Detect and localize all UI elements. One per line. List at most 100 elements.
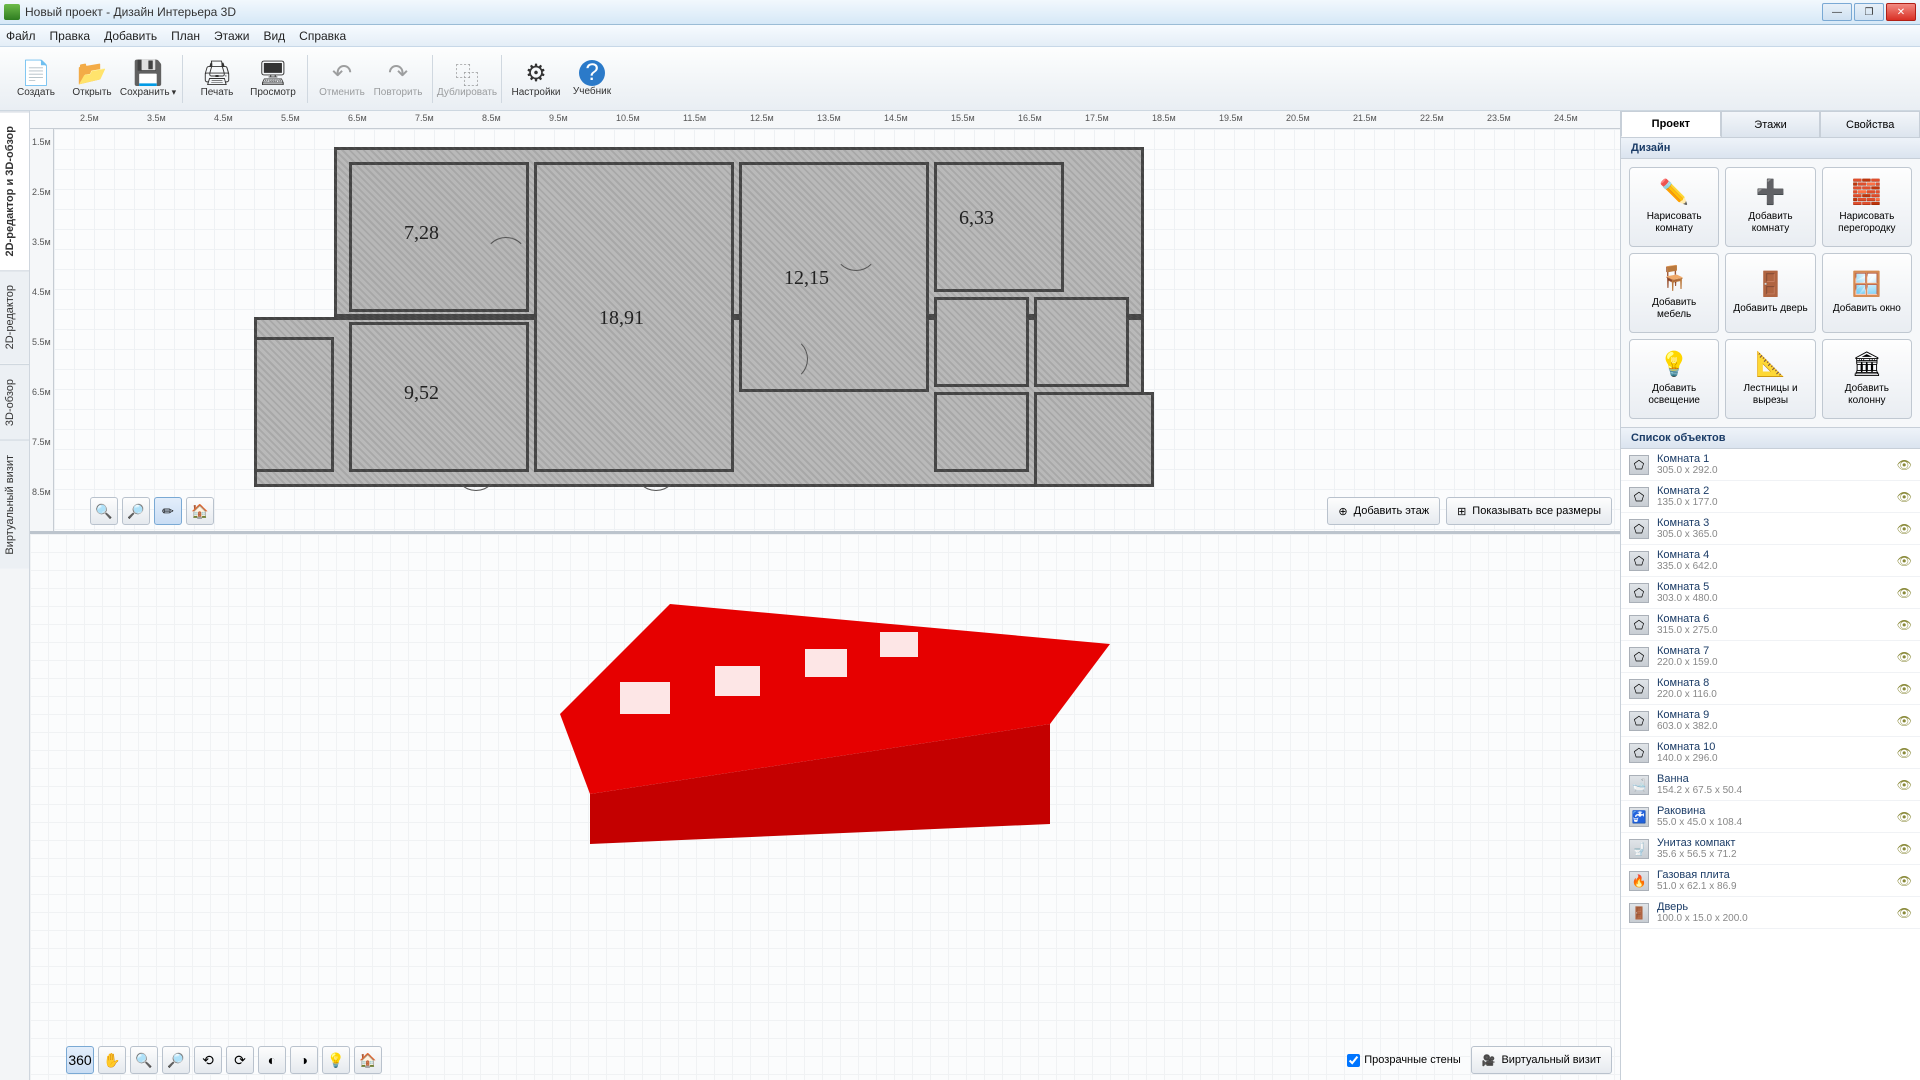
object-list-item[interactable]: ⬠Комната 3305.0 x 365.0👁 (1621, 513, 1920, 545)
object-dimensions: 51.0 x 62.1 x 86.9 (1657, 881, 1889, 892)
design-tool-button[interactable]: 🪟Добавить окно (1822, 253, 1912, 333)
toolbar-save-button[interactable]: 💾Сохранить▾ (120, 51, 176, 107)
zoom-in-button[interactable]: 🔎 (122, 497, 150, 525)
design-tool-icon: 🚪 (1756, 271, 1786, 300)
ruler-h-tick: 14.5м (884, 113, 908, 123)
object-list-item[interactable]: 🚪Дверь100.0 x 15.0 x 200.0👁 (1621, 897, 1920, 929)
ruler-v-tick: 8.5м (32, 487, 51, 497)
object-list-item[interactable]: ⬠Комната 8220.0 x 116.0👁 (1621, 673, 1920, 705)
ruler-h-tick: 21.5м (1353, 113, 1377, 123)
room-area-2: 18,91 (599, 307, 644, 330)
rotate-right-button[interactable]: ⟳ (226, 1046, 254, 1074)
home-3d-button[interactable]: 🏠 (354, 1046, 382, 1074)
menu-item-Файл[interactable]: Файл (6, 29, 36, 43)
design-tool-button[interactable]: 🧱Нарисовать перегородку (1822, 167, 1912, 247)
object-list-item[interactable]: ⬠Комната 2135.0 x 177.0👁 (1621, 481, 1920, 513)
toolbar-preview-button[interactable]: 🖥Просмотр (245, 51, 301, 107)
toolbar-settings-button[interactable]: ⚙Настройки (508, 51, 564, 107)
rotate-left-button[interactable]: ⟲ (194, 1046, 222, 1074)
visibility-toggle-icon[interactable]: 👁 (1897, 586, 1912, 600)
object-list-item[interactable]: 🔥Газовая плита51.0 x 62.1 x 86.9👁 (1621, 865, 1920, 897)
object-list-item[interactable]: ⬠Комната 5303.0 x 480.0👁 (1621, 577, 1920, 609)
canvas-3d[interactable]: 360 ✋ 🔍 🔎 ⟲ ⟳ ◐ ◑ 💡 🏠 Прозрачные стены 🎥… (30, 531, 1620, 1080)
object-list-item[interactable]: ⬠Комната 7220.0 x 159.0👁 (1621, 641, 1920, 673)
menu-item-Справка[interactable]: Справка (299, 29, 346, 43)
view-tab[interactable]: 2D-редактор и 3D-обзор (0, 111, 29, 270)
object-dimensions: 35.6 x 56.5 x 71.2 (1657, 849, 1889, 860)
object-list-item[interactable]: 🚽Унитаз компакт35.6 x 56.5 x 71.2👁 (1621, 833, 1920, 865)
design-tool-button[interactable]: 🪑Добавить мебель (1629, 253, 1719, 333)
settings-icon: ⚙ (520, 59, 552, 87)
object-list-item[interactable]: ⬠Комната 1305.0 x 292.0👁 (1621, 449, 1920, 481)
design-tool-button[interactable]: 🏛Добавить колонну (1822, 339, 1912, 419)
toolbar-tutorial-button[interactable]: ?Учебник (564, 51, 620, 107)
design-tool-button[interactable]: 💡Добавить освещение (1629, 339, 1719, 419)
menu-item-Правка[interactable]: Правка (50, 29, 91, 43)
menu-item-Вид[interactable]: Вид (263, 29, 285, 43)
visibility-toggle-icon[interactable]: 👁 (1897, 554, 1912, 568)
object-list[interactable]: ⬠Комната 1305.0 x 292.0👁⬠Комната 2135.0 … (1621, 449, 1920, 1080)
visibility-toggle-icon[interactable]: 👁 (1897, 458, 1912, 472)
canvas2d-toolbar: 🔍 🔎 ✏ 🏠 (90, 497, 214, 525)
walk-forward-button[interactable]: ◐ (258, 1046, 286, 1074)
visibility-toggle-icon[interactable]: 👁 (1897, 842, 1912, 856)
right-tab[interactable]: Этажи (1721, 111, 1821, 137)
visibility-toggle-icon[interactable]: 👁 (1897, 650, 1912, 664)
visibility-toggle-icon[interactable]: 👁 (1897, 682, 1912, 696)
virtual-visit-button[interactable]: 🎥Виртуальный визит (1471, 1046, 1612, 1074)
menu-item-Добавить[interactable]: Добавить (104, 29, 157, 43)
object-thumb-icon: ⬠ (1629, 615, 1649, 635)
canvas2d-right-tools: ⊕Добавить этаж ⊞Показывать все размеры (1327, 497, 1612, 525)
menu-item-Этажи[interactable]: Этажи (214, 29, 249, 43)
toolbar-open-button[interactable]: 📂Открыть (64, 51, 120, 107)
visibility-toggle-icon[interactable]: 👁 (1897, 714, 1912, 728)
menu-item-План[interactable]: План (171, 29, 200, 43)
design-tool-button[interactable]: 📐Лестницы и вырезы (1725, 339, 1815, 419)
maximize-button[interactable]: ❐ (1854, 3, 1884, 21)
zoom-out-3d-button[interactable]: 🔍 (130, 1046, 158, 1074)
menubar: Файл Правка Добавить План Этажи Вид Справка (0, 25, 1920, 47)
object-list-item[interactable]: ⬠Комната 4335.0 x 642.0👁 (1621, 545, 1920, 577)
zoom-out-button[interactable]: 🔍 (90, 497, 118, 525)
view-tab[interactable]: Виртуальный визит (0, 440, 29, 569)
visibility-toggle-icon[interactable]: 👁 (1897, 874, 1912, 888)
object-list-item[interactable]: 🛁Ванна154.2 x 67.5 x 50.4👁 (1621, 769, 1920, 801)
ruler-h-tick: 5.5м (281, 113, 300, 123)
ruler-v-tick: 3.5м (32, 237, 51, 247)
toolbar-create-button[interactable]: 📄Создать (8, 51, 64, 107)
visibility-toggle-icon[interactable]: 👁 (1897, 810, 1912, 824)
object-list-item[interactable]: ⬠Комната 6315.0 x 275.0👁 (1621, 609, 1920, 641)
visibility-toggle-icon[interactable]: 👁 (1897, 906, 1912, 920)
right-tab[interactable]: Свойства (1820, 111, 1920, 137)
minimize-button[interactable]: — (1822, 3, 1852, 21)
home-view-button[interactable]: 🏠 (186, 497, 214, 525)
object-list-item[interactable]: ⬠Комната 9603.0 x 382.0👁 (1621, 705, 1920, 737)
draw-mode-button[interactable]: ✏ (154, 497, 182, 525)
object-list-item[interactable]: ⬠Комната 10140.0 x 296.0👁 (1621, 737, 1920, 769)
show-dimensions-button[interactable]: ⊞Показывать все размеры (1446, 497, 1612, 525)
visibility-toggle-icon[interactable]: 👁 (1897, 522, 1912, 536)
canvas-2d[interactable]: 7,28 18,91 12,15 6,33 9,52 🔍 🔎 ✏ (54, 129, 1620, 531)
zoom-in-3d-button[interactable]: 🔎 (162, 1046, 190, 1074)
design-tool-button[interactable]: 🚪Добавить дверь (1725, 253, 1815, 333)
transparent-walls-checkbox[interactable]: Прозрачные стены (1347, 1054, 1460, 1067)
orbit-360-button[interactable]: 360 (66, 1046, 94, 1074)
view-tab[interactable]: 3D-обзор (0, 364, 29, 440)
design-tool-button[interactable]: ✏️Нарисовать комнату (1629, 167, 1719, 247)
add-floor-button[interactable]: ⊕Добавить этаж (1327, 497, 1440, 525)
lighting-button[interactable]: 💡 (322, 1046, 350, 1074)
close-button[interactable]: ✕ (1886, 3, 1916, 21)
visibility-toggle-icon[interactable]: 👁 (1897, 490, 1912, 504)
object-dimensions: 135.0 x 177.0 (1657, 497, 1889, 508)
object-list-item[interactable]: 🚰Раковина55.0 x 45.0 x 108.4👁 (1621, 801, 1920, 833)
canvas3d-right-tools: Прозрачные стены 🎥Виртуальный визит (1347, 1046, 1612, 1074)
right-tab[interactable]: Проект (1621, 111, 1721, 137)
visibility-toggle-icon[interactable]: 👁 (1897, 746, 1912, 760)
walk-back-button[interactable]: ◑ (290, 1046, 318, 1074)
toolbar-print-button[interactable]: 🖨Печать (189, 51, 245, 107)
pan-button[interactable]: ✋ (98, 1046, 126, 1074)
design-tool-button[interactable]: ➕Добавить комнату (1725, 167, 1815, 247)
visibility-toggle-icon[interactable]: 👁 (1897, 778, 1912, 792)
visibility-toggle-icon[interactable]: 👁 (1897, 618, 1912, 632)
view-tab[interactable]: 2D-редактор (0, 270, 29, 363)
